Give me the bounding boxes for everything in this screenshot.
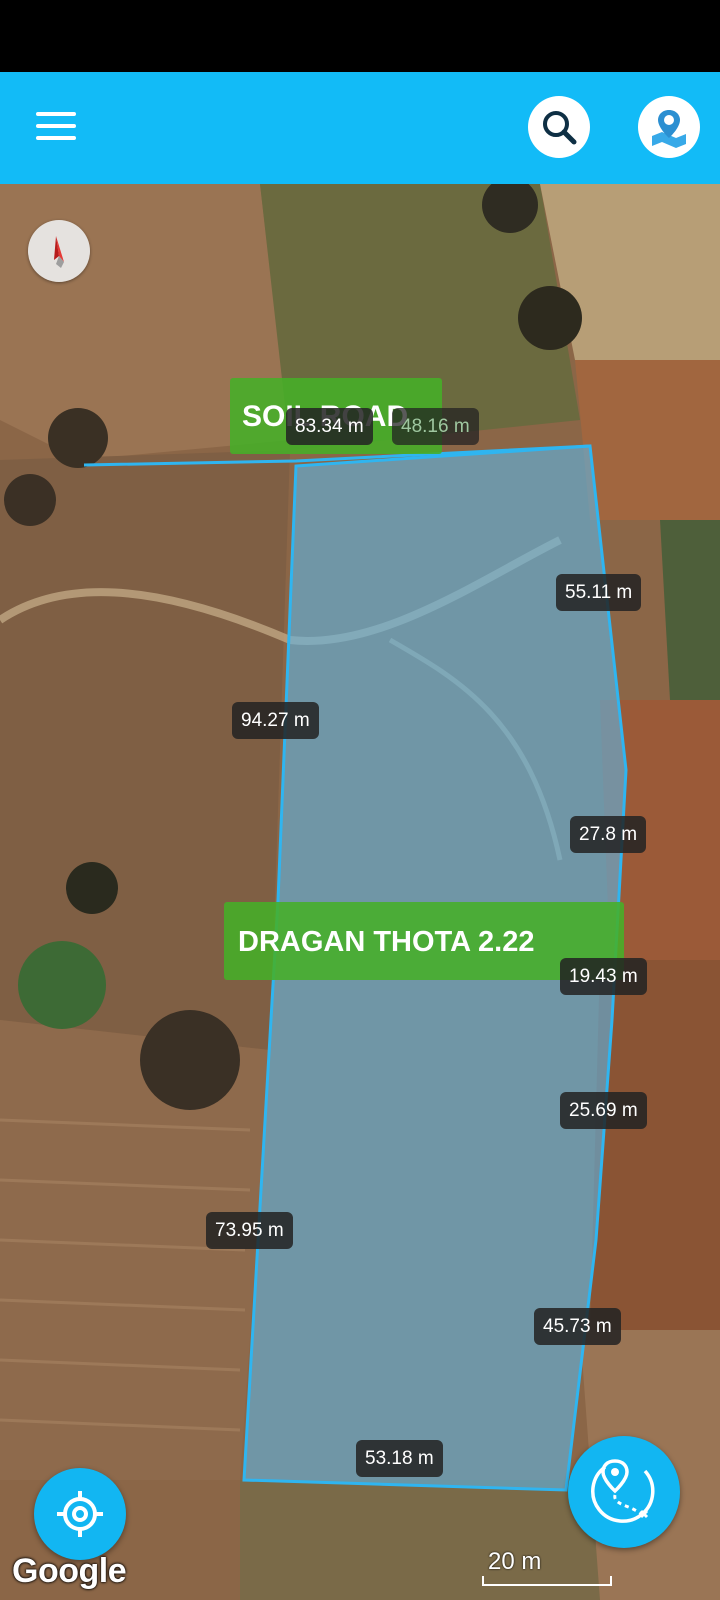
segment-length-label: 45.73 m bbox=[534, 1308, 621, 1345]
segment-length-label: 55.11 m bbox=[556, 574, 642, 611]
segment-length-label: 73.95 m bbox=[206, 1212, 293, 1249]
segment-length-label: 94.27 m bbox=[232, 702, 319, 739]
status-bar bbox=[0, 0, 720, 72]
map-view[interactable]: SOIL ROAD DRAGAN THOTA 2.22 83.34 m 48.1… bbox=[0, 184, 720, 1600]
hamburger-menu-icon[interactable] bbox=[36, 112, 76, 144]
measure-route-button[interactable] bbox=[568, 1436, 680, 1548]
segment-length-label: 19.43 m bbox=[560, 958, 647, 995]
map-scale-bar: 20 m bbox=[482, 1548, 612, 1586]
crosshair-location-icon bbox=[57, 1491, 103, 1537]
app-bar bbox=[0, 72, 720, 184]
compass-icon[interactable] bbox=[28, 220, 90, 282]
segment-length-label: 53.18 m bbox=[356, 1440, 443, 1477]
segment-length-label: 27.8 m bbox=[570, 816, 647, 853]
my-location-button[interactable] bbox=[34, 1468, 126, 1560]
route-measure-icon bbox=[591, 1459, 655, 1523]
map-location-button[interactable] bbox=[638, 96, 700, 158]
search-icon bbox=[543, 111, 577, 145]
search-button[interactable] bbox=[528, 96, 590, 158]
google-attribution: Google bbox=[12, 1552, 127, 1590]
segment-length-label: 83.34 m bbox=[286, 408, 373, 445]
map-location-icon bbox=[652, 110, 686, 148]
segment-length-label: 25.69 m bbox=[560, 1092, 647, 1129]
segment-length-label: 48.16 m bbox=[392, 408, 479, 445]
